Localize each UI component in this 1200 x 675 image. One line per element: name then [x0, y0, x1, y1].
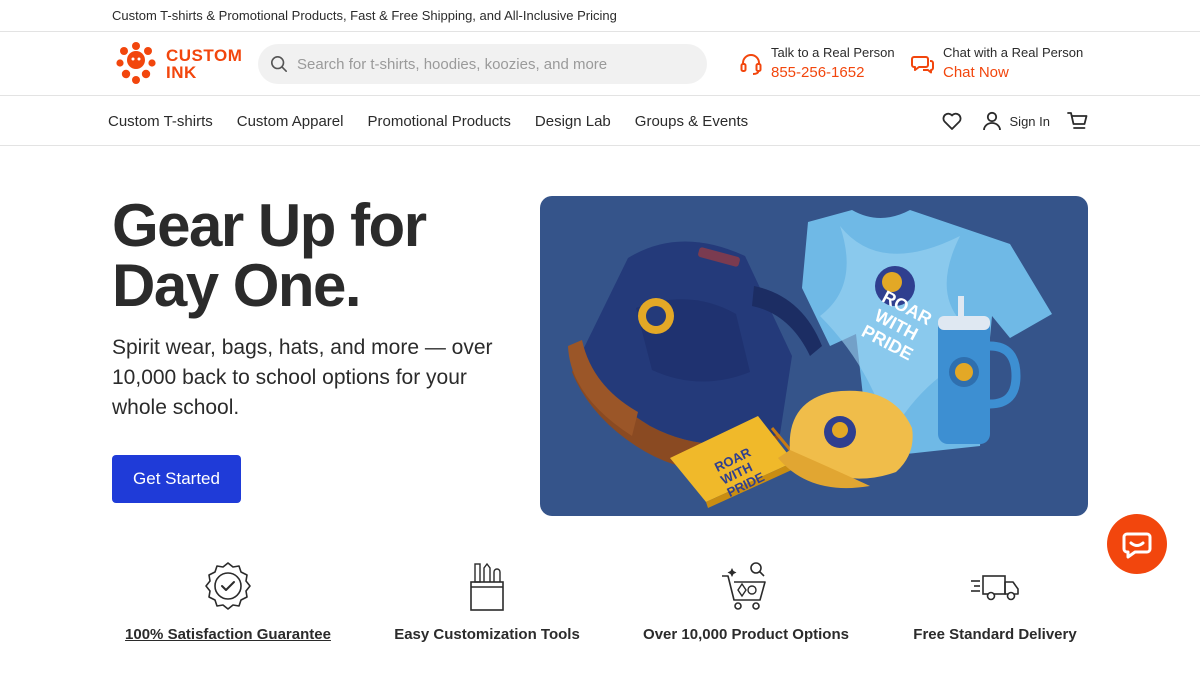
- feature-free-delivery: Free Standard Delivery: [865, 560, 1125, 643]
- shopping-cart-icon: [722, 562, 766, 610]
- feature-product-options: Over 10,000 Product Options: [616, 560, 876, 643]
- search-input[interactable]: [297, 55, 677, 73]
- badge-check-icon: [205, 562, 251, 610]
- chat-icon: [1122, 532, 1152, 559]
- heart-icon[interactable]: [940, 109, 964, 133]
- back-to-school-products-illustration: ROAR WITH PRIDE ROAR WITH PRIDE: [568, 210, 1052, 508]
- search-bar[interactable]: [258, 44, 707, 84]
- hero-subtitle: Spirit wear, bags, hats, and more — over…: [112, 336, 493, 419]
- nav-item-promotional-products[interactable]: Promotional Products: [367, 113, 510, 130]
- nav-item-custom-apparel[interactable]: Custom Apparel: [237, 113, 344, 130]
- chat-label: Chat with a Real Person: [943, 45, 1084, 60]
- tools-cup-icon: [470, 562, 504, 611]
- chat-now-link[interactable]: Chat Now: [943, 63, 1083, 83]
- get-started-button[interactable]: Get Started: [112, 455, 241, 503]
- customization-tools-label: Easy Customization Tools: [394, 626, 580, 643]
- nav-links: Custom T-shirts Custom Apparel Promotion…: [108, 96, 748, 146]
- nav-item-custom-tshirts[interactable]: Custom T-shirts: [108, 113, 213, 130]
- nav-item-groups-events[interactable]: Groups & Events: [635, 113, 748, 130]
- cart-icon[interactable]: [1066, 109, 1090, 133]
- hero-product-image: ROAR WITH PRIDE ROAR WITH PRIDE: [540, 196, 1088, 516]
- promo-bar: Custom T-shirts & Promotional Products, …: [0, 0, 1200, 32]
- logo-text-ink: INK: [166, 63, 197, 82]
- promo-text: Custom T-shirts & Promotional Products, …: [112, 8, 617, 23]
- phone-label: Talk to a Real Person: [771, 45, 895, 60]
- delivery-truck-icon: [971, 575, 1019, 601]
- hero-title: Gear Up for Day One.: [112, 192, 427, 319]
- free-delivery-label: Free Standard Delivery: [913, 626, 1077, 643]
- nav-account-area: Sign In: [940, 96, 1090, 146]
- site-header: CUSTOM INK Talk to a Real Person 855-256…: [0, 32, 1200, 96]
- nav-item-design-lab[interactable]: Design Lab: [535, 113, 611, 130]
- chat-contact[interactable]: Chat with a Real Person Chat Now: [911, 45, 1083, 83]
- search-icon: [270, 55, 288, 73]
- satisfaction-guarantee-link[interactable]: 100% Satisfaction Guarantee: [98, 626, 358, 643]
- chat-bubbles-icon: [911, 56, 934, 74]
- headset-icon: [740, 54, 762, 75]
- main-nav: Custom T-shirts Custom Apparel Promotion…: [0, 96, 1200, 146]
- product-options-label: Over 10,000 Product Options: [643, 626, 849, 643]
- phone-contact[interactable]: Talk to a Real Person 855-256-1652: [739, 45, 895, 83]
- feature-satisfaction: 100% Satisfaction Guarantee: [98, 560, 358, 643]
- phone-number-link[interactable]: 855-256-1652: [771, 63, 895, 83]
- feature-customization: Easy Customization Tools: [357, 560, 617, 643]
- user-icon[interactable]: [980, 109, 1004, 133]
- sign-in-link[interactable]: Sign In: [1010, 114, 1050, 129]
- custom-ink-logo[interactable]: CUSTOM INK: [112, 40, 242, 88]
- logo-text-custom: CUSTOM: [166, 46, 243, 65]
- feature-strip: 100% Satisfaction Guarantee Easy Customi…: [98, 560, 1098, 660]
- logo-icon: [116, 42, 156, 84]
